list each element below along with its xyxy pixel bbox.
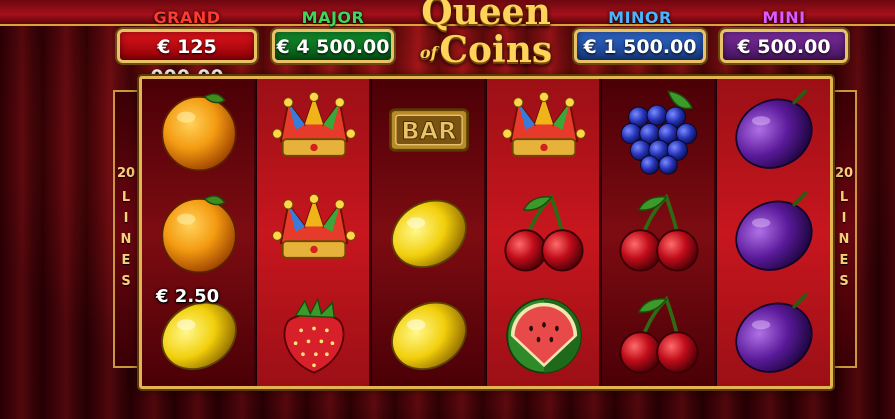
win-amount-label: € 2.50 xyxy=(156,286,220,307)
reel-6 xyxy=(717,79,830,386)
lines-indicator-right: 20 L I N E S xyxy=(831,90,857,368)
reel-grid[interactable]: BAR xyxy=(139,76,833,389)
jester-crown-icon xyxy=(272,91,356,157)
symbol-cell xyxy=(142,79,256,181)
symbol-cell xyxy=(602,283,716,385)
bar-icon: BAR xyxy=(388,108,470,152)
cherries-icon xyxy=(619,193,699,272)
orange-icon xyxy=(161,195,237,274)
watermelon-icon xyxy=(506,298,582,374)
lines-count-left: 20 xyxy=(116,166,136,181)
symbol-cell xyxy=(717,79,830,181)
lines-letter: S xyxy=(839,274,849,289)
jackpot-grand-value: € 125 000.00 xyxy=(117,29,257,88)
logo-title-coins-text: Coins xyxy=(439,29,553,71)
jester-crown-icon xyxy=(272,193,356,259)
reel-3: BAR xyxy=(372,79,486,386)
lines-letter: N xyxy=(838,232,850,247)
jackpot-minor: MINOR € 1 500.00 xyxy=(574,8,706,64)
symbol-cell xyxy=(257,283,371,385)
reel-4 xyxy=(487,79,601,386)
lemon-icon xyxy=(391,301,467,371)
jackpot-mini-label: MINI xyxy=(762,8,806,27)
plum-icon xyxy=(735,293,813,373)
lines-letter: E xyxy=(839,253,849,268)
jackpot-minor-value: € 1 500.00 xyxy=(574,29,706,63)
cherries-icon xyxy=(504,193,584,272)
symbol-cell xyxy=(487,181,601,283)
symbol-cell xyxy=(717,283,830,385)
jackpot-minor-label: MINOR xyxy=(608,8,672,27)
reel-5 xyxy=(602,79,716,386)
strawberry-icon xyxy=(283,297,345,374)
orange-icon xyxy=(161,93,237,172)
symbol-cell xyxy=(372,283,486,385)
game-logo: Queen ofCoins xyxy=(410,0,562,74)
symbol-cell: BAR xyxy=(372,79,486,181)
plum-icon xyxy=(735,191,813,271)
lines-count-right: 20 xyxy=(834,166,854,181)
lines-letter: E xyxy=(121,253,131,268)
logo-title-queen: Queen xyxy=(421,0,551,33)
lines-indicator-left: 20 L I N E S xyxy=(113,90,139,368)
jackpot-major-value: € 4 500.00 xyxy=(272,29,394,63)
reel-2 xyxy=(257,79,371,386)
lemon-icon xyxy=(391,199,467,269)
lines-letter: L xyxy=(839,190,849,205)
symbol-cell xyxy=(717,181,830,283)
jester-crown-icon xyxy=(502,91,586,157)
symbol-cell xyxy=(257,79,371,181)
symbol-cell xyxy=(372,181,486,283)
reel-1 xyxy=(142,79,256,386)
symbol-cell xyxy=(257,181,371,283)
lines-letter: I xyxy=(841,211,847,226)
lines-letter: N xyxy=(120,232,132,247)
jackpot-grand: GRAND € 125 000.00 xyxy=(117,8,257,88)
logo-title-coins: ofCoins xyxy=(410,32,562,68)
svg-text:BAR: BAR xyxy=(401,117,456,145)
jackpot-grand-label: GRAND xyxy=(153,8,221,27)
symbol-cell xyxy=(487,283,601,385)
lines-letter: S xyxy=(121,274,131,289)
jackpot-mini: MINI € 500.00 xyxy=(720,8,848,64)
grapes-icon xyxy=(620,90,698,175)
cherries-icon xyxy=(619,295,699,374)
lines-letter: I xyxy=(123,211,129,226)
symbol-cell xyxy=(487,79,601,181)
symbol-cell xyxy=(602,181,716,283)
jackpot-mini-value: € 500.00 xyxy=(720,29,848,63)
symbol-cell xyxy=(602,79,716,181)
jackpot-major: MAJOR € 4 500.00 xyxy=(272,8,394,64)
logo-title-of: of xyxy=(419,43,438,62)
symbol-cell xyxy=(142,181,256,283)
jackpot-major-label: MAJOR xyxy=(301,8,365,27)
lines-letter: L xyxy=(121,190,131,205)
plum-icon xyxy=(735,89,813,169)
